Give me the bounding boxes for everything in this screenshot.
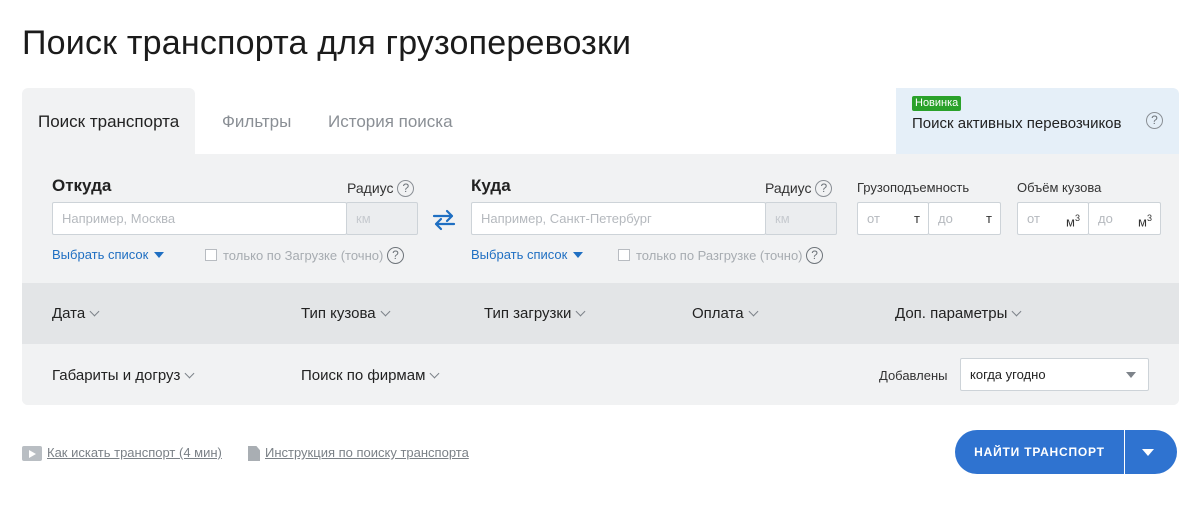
from-city-input[interactable]: Например, Москва bbox=[52, 202, 347, 235]
to-radius-label: Радиус ? bbox=[765, 180, 833, 197]
added-select[interactable]: когда угодно bbox=[960, 358, 1149, 391]
to-select-list-label: Выбрать список bbox=[471, 247, 568, 262]
document-icon bbox=[248, 446, 260, 461]
capacity-from-input[interactable]: от т bbox=[857, 202, 929, 235]
chevron-down-icon bbox=[1011, 306, 1022, 317]
caret-down-icon bbox=[154, 252, 165, 258]
chevron-down-icon bbox=[184, 368, 195, 379]
volume-unit: м3 bbox=[1138, 213, 1152, 230]
active-carriers-label: Поиск активных перевозчиков bbox=[912, 115, 1122, 132]
to-radius-input[interactable]: км bbox=[765, 202, 837, 235]
chevron-down-icon bbox=[89, 306, 100, 317]
tab-bar: Поиск транспорта Фильтры История поиска … bbox=[22, 88, 1179, 154]
chevron-down-icon bbox=[429, 368, 440, 379]
tab-filters[interactable]: Фильтры bbox=[222, 88, 291, 154]
active-carriers-promo[interactable]: Новинка Поиск активных перевозчиков ? bbox=[896, 88, 1179, 154]
filter-body-type[interactable]: Тип кузова bbox=[301, 305, 391, 322]
to-exact-checkbox[interactable] bbox=[618, 249, 630, 261]
filter-row-secondary: Габариты и догруз Поиск по фирмам Добавл… bbox=[22, 344, 1179, 405]
caret-down-icon bbox=[1142, 449, 1154, 456]
added-label: Добавлены bbox=[879, 368, 948, 383]
help-icon[interactable]: ? bbox=[1146, 112, 1163, 129]
swap-arrows-icon[interactable] bbox=[430, 208, 458, 232]
to-radius-text: Радиус bbox=[765, 180, 812, 196]
volume-unit: м3 bbox=[1066, 213, 1080, 230]
help-icon[interactable]: ? bbox=[806, 247, 824, 264]
from-select-list-link[interactable]: Выбрать список bbox=[52, 247, 165, 262]
page-title: Поиск транспорта для грузоперевозки bbox=[22, 24, 632, 62]
filter-firm-search[interactable]: Поиск по фирмам bbox=[301, 367, 440, 384]
capacity-unit: т bbox=[914, 211, 920, 226]
from-radius-text: Радиус bbox=[347, 180, 394, 196]
filter-extra-params[interactable]: Доп. параметры bbox=[895, 305, 1022, 322]
from-exact-label: только по Загрузке (точно) bbox=[223, 248, 384, 263]
new-badge: Новинка bbox=[912, 96, 962, 111]
capacity-to-input[interactable]: до т bbox=[928, 202, 1001, 235]
filter-row-primary: Дата Тип кузова Тип загрузки Оплата Доп.… bbox=[22, 283, 1179, 344]
filter-dimensions[interactable]: Габариты и догруз bbox=[52, 367, 195, 384]
capacity-label: Грузоподъемность bbox=[857, 180, 970, 195]
instruction-link[interactable]: Инструкция по поиску транспорта bbox=[265, 445, 469, 460]
caret-down-icon bbox=[573, 252, 584, 258]
volume-to-input[interactable]: до м3 bbox=[1088, 202, 1161, 235]
from-exact-checkbox[interactable] bbox=[205, 249, 217, 261]
chevron-down-icon bbox=[575, 306, 586, 317]
video-icon bbox=[22, 446, 42, 461]
to-exact-option: только по Разгрузке (точно) ? bbox=[618, 247, 824, 264]
help-icon[interactable]: ? bbox=[815, 180, 833, 197]
from-select-list-label: Выбрать список bbox=[52, 247, 149, 262]
help-icon[interactable]: ? bbox=[386, 247, 404, 264]
from-exact-option: только по Загрузке (точно) ? bbox=[205, 247, 404, 264]
capacity-from-placeholder: от bbox=[867, 211, 880, 226]
volume-to-placeholder: до bbox=[1098, 211, 1113, 226]
tab-search-transport[interactable]: Поиск транспорта bbox=[22, 88, 196, 154]
volume-from-input[interactable]: от м3 bbox=[1017, 202, 1089, 235]
find-transport-button[interactable]: НАЙТИ ТРАНСПОРТ bbox=[955, 430, 1124, 474]
filter-payment[interactable]: Оплата bbox=[692, 305, 759, 322]
capacity-to-placeholder: до bbox=[938, 211, 953, 226]
chevron-down-icon bbox=[380, 306, 391, 317]
tab-search-history[interactable]: История поиска bbox=[328, 88, 453, 154]
to-select-list-link[interactable]: Выбрать список bbox=[471, 247, 584, 262]
search-panel: Поиск транспорта Фильтры История поиска … bbox=[22, 88, 1179, 405]
added-select-value: когда угодно bbox=[970, 367, 1046, 382]
to-exact-label: только по Разгрузке (точно) bbox=[636, 248, 803, 263]
volume-from-placeholder: от bbox=[1027, 211, 1040, 226]
filter-date[interactable]: Дата bbox=[52, 305, 100, 322]
from-label: Откуда bbox=[52, 176, 112, 195]
from-radius-input[interactable]: км bbox=[346, 202, 418, 235]
capacity-unit: т bbox=[986, 211, 992, 226]
caret-down-icon bbox=[1126, 372, 1136, 378]
to-label: Куда bbox=[471, 176, 511, 195]
video-guide-link[interactable]: Как искать транспорт (4 мин) bbox=[47, 445, 222, 460]
volume-label: Объём кузова bbox=[1017, 180, 1102, 195]
chevron-down-icon bbox=[748, 306, 759, 317]
find-transport-dropdown-button[interactable] bbox=[1125, 430, 1177, 474]
filter-loading-type[interactable]: Тип загрузки bbox=[484, 305, 586, 322]
to-city-input[interactable]: Например, Санкт-Петербург bbox=[471, 202, 766, 235]
help-icon[interactable]: ? bbox=[397, 180, 415, 197]
from-radius-label: Радиус ? bbox=[347, 180, 415, 197]
